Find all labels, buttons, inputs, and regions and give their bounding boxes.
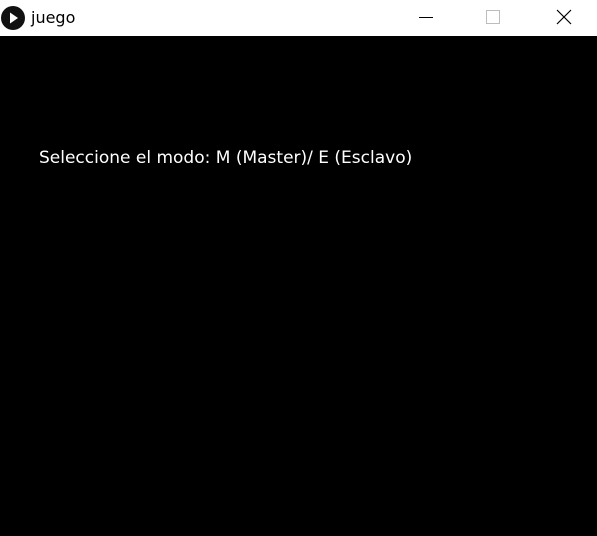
- window-title: juego: [31, 8, 76, 27]
- minimize-icon: [419, 17, 433, 18]
- play-icon: [1, 6, 25, 30]
- maximize-icon: [486, 10, 500, 24]
- minimize-button[interactable]: [403, 0, 449, 36]
- maximize-button[interactable]: [470, 0, 516, 36]
- close-icon: [556, 9, 572, 25]
- title-bar[interactable]: juego: [0, 0, 597, 36]
- app-window: juego Seleccione el modo: M (Master)/ E …: [0, 0, 597, 536]
- game-canvas[interactable]: Seleccione el modo: M (Master)/ E (Escla…: [0, 36, 597, 536]
- mode-selection-prompt: Seleccione el modo: M (Master)/ E (Escla…: [39, 148, 413, 168]
- close-button[interactable]: [541, 0, 587, 36]
